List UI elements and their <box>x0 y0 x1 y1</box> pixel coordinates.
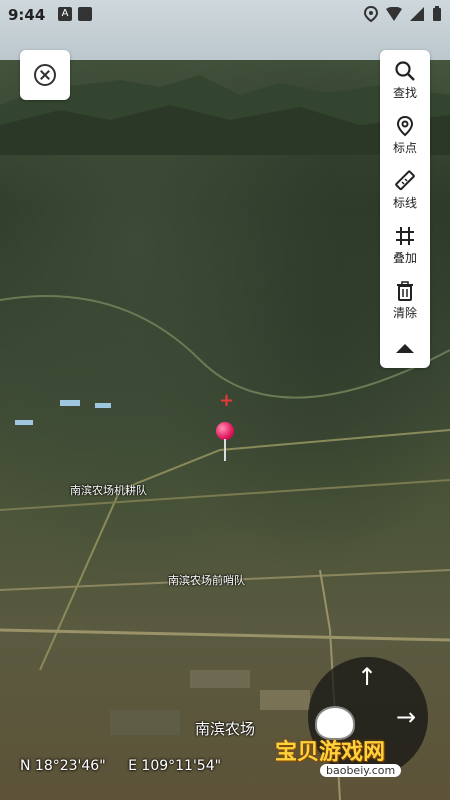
map-notification-icon <box>78 7 92 21</box>
app-notification-icon: A <box>58 7 72 21</box>
search-icon <box>395 61 415 81</box>
close-button[interactable] <box>20 50 70 100</box>
search-button[interactable]: 查找 <box>380 52 430 107</box>
collapse-toolbar-button[interactable] <box>380 330 430 368</box>
map-label: 南滨农场机耕队 <box>70 484 147 497</box>
line-label: 标线 <box>392 196 417 210</box>
watermark-url: baobeiy.com <box>320 764 402 777</box>
status-time: 9:44 <box>8 6 46 24</box>
pin-head <box>216 422 234 440</box>
clear-label: 清除 <box>392 306 417 320</box>
ruler-icon <box>395 170 415 191</box>
battery-icon <box>433 6 441 21</box>
latitude-value: N 18°23'46" <box>20 758 106 774</box>
marker-button[interactable]: 标点 <box>380 107 430 162</box>
location-pin-icon <box>396 115 414 137</box>
map-label: 南滨农场前哨队 <box>168 574 245 587</box>
pin-stem <box>224 439 226 461</box>
clear-button[interactable]: 清除 <box>380 272 430 327</box>
location-icon <box>364 6 378 22</box>
map-toolbar: 查找 标点 标线 叠加 清除 <box>380 50 430 368</box>
map-pin-marker[interactable] <box>216 422 234 462</box>
grid-icon <box>396 227 414 245</box>
overlay-label: 叠加 <box>392 251 417 265</box>
wifi-icon <box>386 7 402 21</box>
watermark: 宝贝游戏网 baobeiy.com <box>275 700 425 795</box>
chevron-up-icon <box>396 344 414 353</box>
marker-label: 标点 <box>392 141 417 155</box>
longitude-value: E 109°11'54" <box>128 758 222 774</box>
status-bar: 9:44 A <box>0 0 450 32</box>
close-icon <box>34 64 56 86</box>
signal-icon <box>410 7 424 21</box>
measure-line-button[interactable]: 标线 <box>380 162 430 217</box>
trash-icon <box>397 281 413 301</box>
arrow-up-icon[interactable]: ↑ <box>357 665 377 689</box>
watermark-text: 宝贝游戏网 <box>275 740 386 765</box>
map-label: 南滨农场 <box>195 720 256 738</box>
overlay-button[interactable]: 叠加 <box>380 217 430 272</box>
crosshair-icon: + <box>219 390 235 411</box>
search-label: 查找 <box>392 86 417 100</box>
coordinates-readout: N 18°23'46" E 109°11'54" <box>20 758 239 774</box>
